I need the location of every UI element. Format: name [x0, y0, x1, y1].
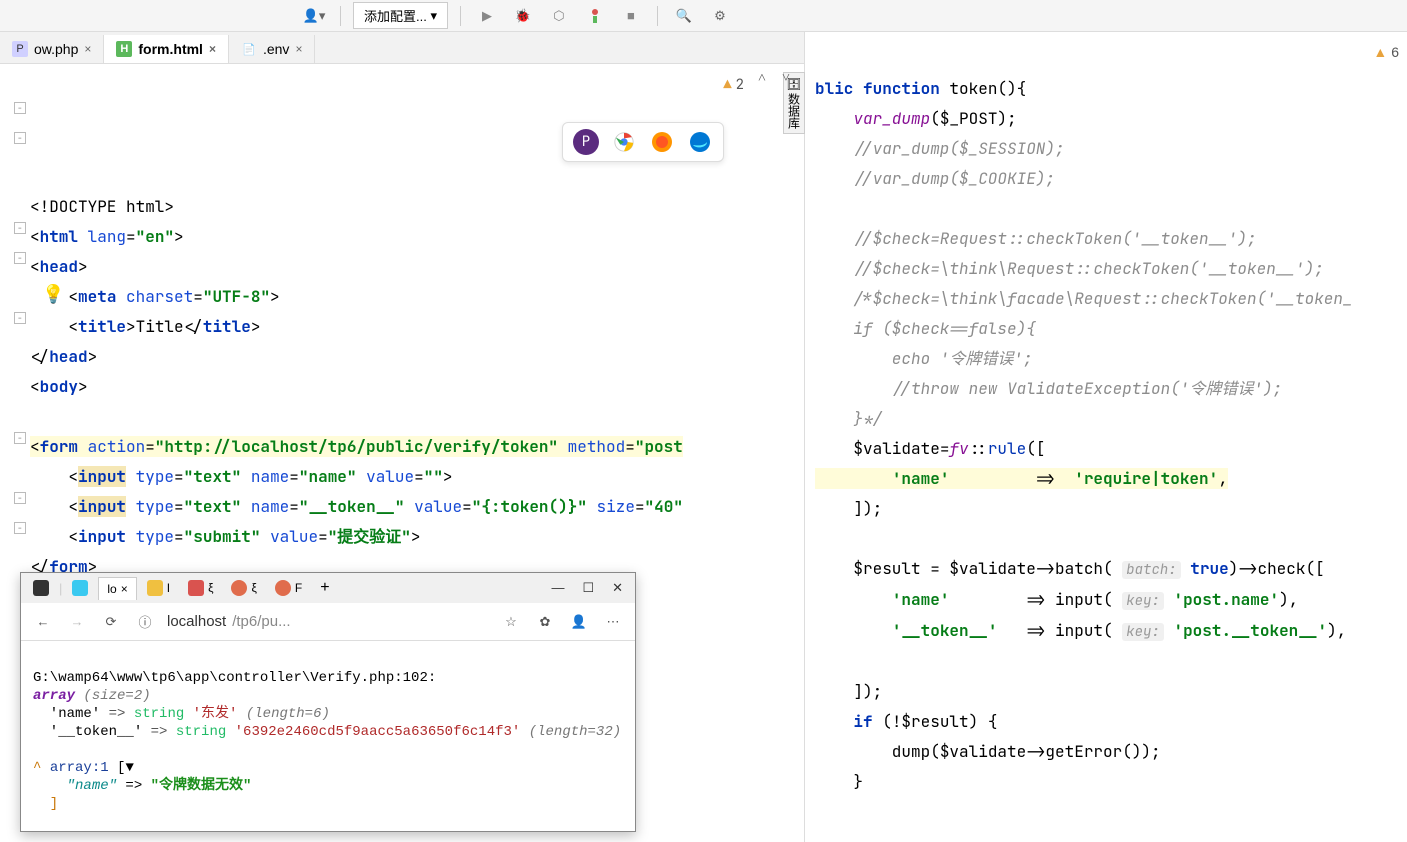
warning-icon: ▲: [1373, 44, 1387, 60]
chrome-icon[interactable]: [611, 129, 637, 155]
favorite-icon[interactable]: ☆: [499, 610, 523, 634]
fold-icon[interactable]: −: [14, 102, 26, 114]
forward-icon[interactable]: →: [65, 610, 89, 634]
editor-tabs: Pow.php× Hform.html× 📄.env×: [0, 32, 804, 64]
right-code-editor[interactable]: blic function token(){ var_dump($_POST);…: [805, 32, 1407, 827]
env-file-icon: 📄: [241, 41, 257, 57]
close-icon[interactable]: ✕: [612, 580, 623, 596]
url-display[interactable]: localhost/tp6/pu...: [167, 613, 291, 630]
firefox-icon[interactable]: [649, 129, 675, 155]
browser-content[interactable]: G:\wamp64\www\tp6\app\controller\Verify.…: [21, 641, 635, 831]
fold-icon[interactable]: −: [14, 492, 26, 504]
collapse-icon[interactable]: ▼: [125, 760, 133, 776]
browser-window: | lo × I ξ ξ F + — ☐ ✕ ← → ⟳ ⓘ localhost…: [20, 572, 636, 832]
fold-icon[interactable]: −: [14, 252, 26, 264]
fold-icon[interactable]: −: [14, 522, 26, 534]
profile-icon[interactable]: 👤: [567, 610, 591, 634]
browser-tab[interactable]: [64, 576, 96, 600]
extensions-icon[interactable]: ✿: [533, 610, 557, 634]
pdf-icon: [188, 580, 204, 596]
coverage-icon[interactable]: ⬡: [545, 4, 573, 28]
menu-icon[interactable]: ⋯: [601, 610, 625, 634]
tab-form-html[interactable]: Hform.html×: [104, 35, 229, 63]
tab-ow-php[interactable]: Pow.php×: [0, 35, 104, 63]
close-icon[interactable]: ×: [121, 582, 128, 596]
fold-icon[interactable]: −: [14, 312, 26, 324]
reload-icon[interactable]: ⟳: [99, 610, 123, 634]
tab-icon: [33, 580, 49, 596]
browser-preview-icons: P: [562, 122, 724, 162]
inspection-badge[interactable]: ▲2: [723, 70, 744, 100]
info-icon[interactable]: ⓘ: [133, 610, 157, 634]
browser-tab-active[interactable]: lo ×: [98, 577, 136, 600]
phpstorm-icon[interactable]: P: [573, 129, 599, 155]
browser-tab[interactable]: I: [139, 576, 178, 600]
close-icon[interactable]: ×: [209, 42, 216, 56]
profile-icon[interactable]: [581, 4, 609, 28]
php-icon: [231, 580, 247, 596]
php-file-icon: P: [12, 41, 28, 57]
close-icon[interactable]: ×: [295, 42, 302, 56]
right-editor-pane: ▲6 blic function token(){ var_dump($_POS…: [805, 32, 1407, 842]
run-icon[interactable]: ▶: [473, 4, 501, 28]
edge-icon[interactable]: [687, 129, 713, 155]
run-config-dropdown[interactable]: 添加配置... ▾: [353, 2, 448, 29]
php-icon: [275, 580, 291, 596]
inspection-badge[interactable]: ▲6: [1373, 44, 1399, 60]
browser-address-bar: ← → ⟳ ⓘ localhost/tp6/pu... ☆ ✿ 👤 ⋯: [21, 603, 635, 641]
browser-tab[interactable]: F: [267, 576, 310, 600]
debug-icon[interactable]: 🐞: [509, 4, 537, 28]
stop-icon[interactable]: ■: [617, 4, 645, 28]
next-occurrence-icon[interactable]: ˅: [776, 68, 796, 88]
back-icon[interactable]: ←: [31, 610, 55, 634]
prev-occurrence-icon[interactable]: ˄: [752, 68, 772, 88]
close-icon[interactable]: ×: [84, 42, 91, 56]
main-toolbar: 👤▾ 添加配置... ▾ ▶ 🐞 ⬡ ■ 🔍 ⚙: [0, 0, 1407, 32]
browser-tab[interactable]: [25, 576, 57, 600]
new-tab-button[interactable]: +: [312, 575, 337, 601]
browser-tab[interactable]: ξ: [180, 576, 221, 600]
fold-icon[interactable]: −: [14, 132, 26, 144]
html-file-icon: H: [116, 41, 132, 57]
fold-icon[interactable]: −: [14, 432, 26, 444]
browser-tab[interactable]: ξ: [223, 576, 264, 600]
browser-titlebar[interactable]: | lo × I ξ ξ F + — ☐ ✕: [21, 573, 635, 603]
pma-icon: [147, 580, 163, 596]
search-icon[interactable]: 🔍: [670, 4, 698, 28]
fold-icon[interactable]: −: [14, 222, 26, 234]
warning-icon: ▲: [723, 70, 731, 100]
maximize-icon[interactable]: ☐: [582, 580, 594, 596]
minimize-icon[interactable]: —: [551, 580, 564, 596]
tab-icon: [72, 580, 88, 596]
intention-bulb-icon[interactable]: 💡: [42, 280, 64, 310]
settings-icon[interactable]: ⚙: [706, 4, 734, 28]
tab-env[interactable]: 📄.env×: [229, 35, 315, 63]
user-icon[interactable]: 👤▾: [300, 4, 328, 28]
